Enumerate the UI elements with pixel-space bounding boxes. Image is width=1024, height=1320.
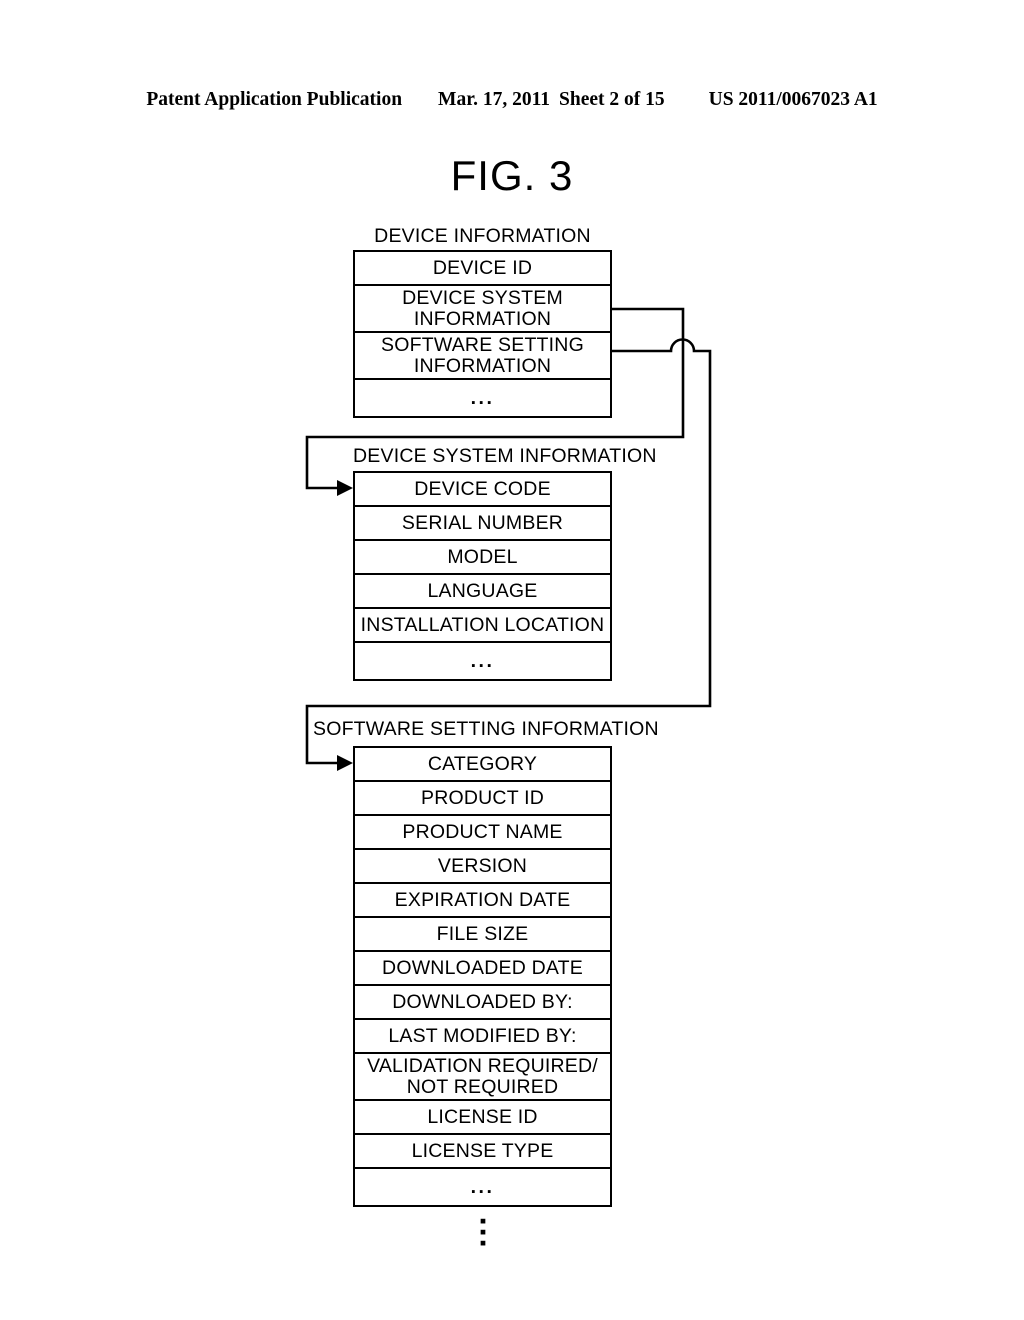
row-label: SERIAL NUMBER bbox=[401, 511, 564, 534]
table-row[interactable]: PRODUCT ID bbox=[355, 782, 610, 816]
table-row[interactable]: CATEGORY bbox=[355, 748, 610, 782]
table-row[interactable]: DOWNLOADED BY: bbox=[355, 986, 610, 1020]
page-header: Patent Application Publication Mar. 17, … bbox=[0, 86, 1024, 114]
header-publication: Patent Application Publication bbox=[146, 89, 403, 110]
row-label: SOFTWARE SETTING bbox=[381, 333, 584, 356]
table-row[interactable]: FILE SIZE bbox=[355, 918, 610, 952]
row-label: PRODUCT ID bbox=[421, 786, 544, 809]
caption-device-information: DEVICE INFORMATION bbox=[374, 225, 591, 247]
table-row[interactable]: VALIDATION REQUIRED/ NOT REQUIRED bbox=[355, 1054, 610, 1101]
row-label-line2: INFORMATION bbox=[413, 307, 552, 330]
table-row-ellipsis: ... bbox=[355, 1169, 610, 1205]
row-label: LICENSE ID bbox=[427, 1105, 538, 1128]
row-label: DOWNLOADED BY: bbox=[392, 990, 573, 1013]
row-label: LAST MODIFIED BY: bbox=[388, 1024, 577, 1047]
caption-software-setting-information: SOFTWARE SETTING INFORMATION bbox=[313, 718, 659, 740]
row-label: FILE SIZE bbox=[436, 922, 529, 945]
row-ellipsis: ... bbox=[470, 386, 495, 409]
table-row-ellipsis: ... bbox=[355, 380, 610, 416]
continuation-vertical-ellipsis: ▪ ▪ ▪ bbox=[478, 1212, 488, 1254]
table-row[interactable]: DEVICE SYSTEM INFORMATION bbox=[355, 286, 610, 333]
row-label: DEVICE ID bbox=[432, 256, 533, 279]
table-row[interactable]: LAST MODIFIED BY: bbox=[355, 1020, 610, 1054]
row-label: INSTALLATION LOCATION bbox=[360, 613, 605, 636]
row-label: MODEL bbox=[447, 545, 518, 568]
header-sheet: Sheet 2 of 15 bbox=[559, 89, 665, 110]
table-row[interactable]: DEVICE ID bbox=[355, 252, 610, 286]
row-ellipsis: ... bbox=[470, 1175, 495, 1198]
table-row[interactable]: LANGUAGE bbox=[355, 575, 610, 609]
table-row[interactable]: MODEL bbox=[355, 541, 610, 575]
table-device-system-information: DEVICE CODE SERIAL NUMBER MODEL LANGUAGE… bbox=[353, 471, 612, 681]
row-label: CATEGORY bbox=[427, 752, 538, 775]
header-patent-number: US 2011/0067023 A1 bbox=[708, 89, 878, 110]
arrowhead-software-setting bbox=[337, 755, 353, 771]
table-software-setting-information: CATEGORY PRODUCT ID PRODUCT NAME VERSION… bbox=[353, 746, 612, 1207]
row-label: LANGUAGE bbox=[427, 579, 538, 602]
table-row[interactable]: PRODUCT NAME bbox=[355, 816, 610, 850]
figure-title: FIG. 3 bbox=[450, 152, 574, 199]
row-label: VALIDATION REQUIRED/ bbox=[367, 1054, 598, 1077]
row-label: VERSION bbox=[437, 854, 528, 877]
table-row-ellipsis: ... bbox=[355, 643, 610, 679]
row-label: EXPIRATION DATE bbox=[394, 888, 571, 911]
row-label-line2: NOT REQUIRED bbox=[406, 1075, 559, 1098]
table-row[interactable]: SERIAL NUMBER bbox=[355, 507, 610, 541]
row-label: DEVICE CODE bbox=[414, 477, 551, 500]
continuation-dot: ▪ bbox=[479, 1233, 487, 1254]
table-row[interactable]: LICENSE TYPE bbox=[355, 1135, 610, 1169]
row-label-line2: INFORMATION bbox=[413, 354, 552, 377]
row-ellipsis: ... bbox=[470, 649, 495, 672]
table-row[interactable]: EXPIRATION DATE bbox=[355, 884, 610, 918]
row-label: DOWNLOADED DATE bbox=[382, 956, 583, 979]
table-row[interactable]: SOFTWARE SETTING INFORMATION bbox=[355, 333, 610, 380]
table-row[interactable]: INSTALLATION LOCATION bbox=[355, 609, 610, 643]
row-label: LICENSE TYPE bbox=[411, 1139, 554, 1162]
header-date: Mar. 17, 2011 bbox=[438, 89, 550, 110]
arrowhead-device-system bbox=[337, 480, 353, 496]
table-row[interactable]: VERSION bbox=[355, 850, 610, 884]
table-row[interactable]: DEVICE CODE bbox=[355, 473, 610, 507]
row-label: PRODUCT NAME bbox=[402, 820, 563, 843]
caption-device-system-information: DEVICE SYSTEM INFORMATION bbox=[353, 445, 657, 467]
table-row[interactable]: LICENSE ID bbox=[355, 1101, 610, 1135]
table-device-information: DEVICE ID DEVICE SYSTEM INFORMATION SOFT… bbox=[353, 250, 612, 418]
table-row[interactable]: DOWNLOADED DATE bbox=[355, 952, 610, 986]
row-label: DEVICE SYSTEM bbox=[402, 286, 563, 309]
